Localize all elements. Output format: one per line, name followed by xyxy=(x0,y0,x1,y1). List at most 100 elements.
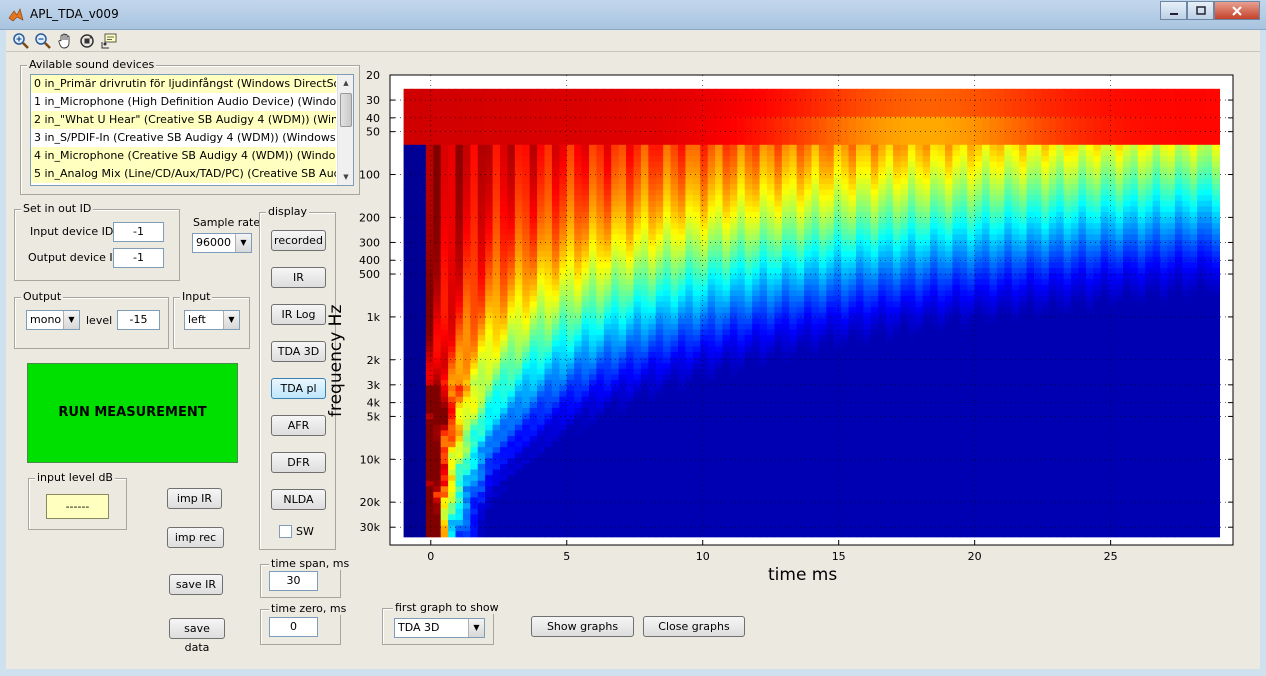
output-mode-select[interactable]: mono ▼ xyxy=(26,310,80,330)
heatmap-cell xyxy=(507,133,516,140)
heatmap-cell xyxy=(700,335,709,342)
first-graph-select[interactable]: TDA 3D ▼ xyxy=(394,618,485,638)
sample-rate-select[interactable]: 96000 ▼ xyxy=(192,233,252,253)
heatmap-cell xyxy=(841,329,850,336)
zoom-in-icon[interactable] xyxy=(12,32,30,50)
scroll-up-icon[interactable]: ▲ xyxy=(338,75,353,91)
heatmap-cell xyxy=(700,100,709,107)
heatmap-cell xyxy=(752,503,761,510)
list-item[interactable]: 3 in_S/PDIF-In (Creative SB Audigy 4 (WD… xyxy=(31,129,336,147)
heatmap-cell xyxy=(856,111,865,118)
list-item[interactable]: 4 in_Microphone (Creative SB Audigy 4 (W… xyxy=(31,147,336,165)
heatmap-cell xyxy=(737,329,746,336)
data-cursor-icon[interactable] xyxy=(100,32,118,50)
heatmap-cell xyxy=(448,430,457,437)
heatmap-cell xyxy=(648,256,657,263)
zoom-out-icon[interactable] xyxy=(34,32,52,50)
heatmap-cell xyxy=(603,469,612,476)
heatmap-cell xyxy=(678,525,687,532)
recorded-button[interactable]: recorded xyxy=(271,230,326,251)
heatmap-cell xyxy=(767,245,776,252)
heatmap-cell xyxy=(707,329,716,336)
sw-checkbox[interactable] xyxy=(279,525,292,538)
output-device-field[interactable]: -1 xyxy=(113,248,164,268)
heatmap-cell xyxy=(692,295,701,303)
time-span-field[interactable]: 30 xyxy=(269,571,318,591)
heatmap-cell xyxy=(789,139,798,146)
heatmap-cell xyxy=(477,161,486,168)
save-data-button[interactable]: save data xyxy=(169,618,225,654)
heatmap-cell xyxy=(655,419,664,426)
heatmap-cell xyxy=(448,267,457,275)
heatmap-cell xyxy=(692,172,701,179)
ir-log-button[interactable]: IR Log xyxy=(271,304,326,325)
heatmap-cell xyxy=(537,396,546,403)
tda-pl-button[interactable]: TDA pl xyxy=(271,378,326,399)
imp-rec-button[interactable]: imp rec xyxy=(167,527,224,548)
input-channel-select[interactable]: left ▼ xyxy=(184,310,240,330)
scroll-down-icon[interactable]: ▼ xyxy=(338,169,353,185)
heatmap-cell xyxy=(811,301,820,308)
pan-hand-icon[interactable] xyxy=(56,32,74,50)
heatmap-cell xyxy=(477,144,486,151)
list-item[interactable]: 1 in_Microphone (High Definition Audio D… xyxy=(31,93,336,111)
rotate-3d-icon[interactable] xyxy=(78,32,96,50)
heatmap-cell xyxy=(700,351,709,359)
list-item[interactable]: 2 in_"What U Hear" (Creative SB Audigy 4… xyxy=(31,111,336,129)
heatmap-cell xyxy=(462,452,471,459)
heatmap-cell xyxy=(626,447,635,454)
run-measurement-button[interactable]: RUN MEASUREMENT xyxy=(27,363,238,463)
heatmap-cell xyxy=(500,290,509,297)
heatmap-cell xyxy=(529,469,538,476)
heatmap-cell xyxy=(603,475,612,482)
list-scrollbar[interactable]: ▲ ▼ xyxy=(337,75,353,185)
scroll-thumb[interactable] xyxy=(340,93,352,127)
minimize-button[interactable] xyxy=(1160,1,1187,20)
save-ir-button[interactable]: save IR xyxy=(169,574,223,595)
heatmap-cell xyxy=(729,256,738,263)
heatmap-cell xyxy=(729,122,738,129)
heatmap-cell xyxy=(715,301,724,308)
show-graphs-button[interactable]: Show graphs xyxy=(531,616,634,637)
heatmap-cell xyxy=(633,531,642,538)
tda-3d-button[interactable]: TDA 3D xyxy=(271,341,326,362)
heatmap-cell xyxy=(744,407,753,415)
heatmap-cell xyxy=(700,133,709,140)
heatmap-cell xyxy=(485,94,494,101)
time-zero-field[interactable]: 0 xyxy=(269,617,318,637)
heatmap-cell xyxy=(500,267,509,275)
sound-devices-list[interactable]: 0 in_Primär drivrutin för ljudinfångst (… xyxy=(30,74,354,186)
heatmap-cell xyxy=(744,469,753,476)
list-item[interactable]: 0 in_Primär drivrutin för ljudinfångst (… xyxy=(31,75,336,93)
heatmap-cell xyxy=(603,94,612,101)
heatmap-cell xyxy=(715,200,724,207)
heatmap-cell xyxy=(640,150,649,157)
afr-button[interactable]: AFR xyxy=(271,415,326,436)
level-field[interactable]: -15 xyxy=(117,310,160,330)
heatmap-cell xyxy=(507,301,516,308)
nlda-button[interactable]: NLDA xyxy=(271,489,326,510)
ir-button[interactable]: IR xyxy=(271,267,326,288)
dfr-button[interactable]: DFR xyxy=(271,452,326,473)
close-graphs-button[interactable]: Close graphs xyxy=(643,616,745,637)
maximize-button[interactable] xyxy=(1187,1,1214,20)
heatmap-cell xyxy=(589,245,598,252)
imp-ir-button[interactable]: imp IR xyxy=(167,488,222,509)
heatmap-cell xyxy=(603,435,612,443)
heatmap-cell xyxy=(403,357,412,364)
heatmap-cell xyxy=(574,200,583,207)
heatmap-cell xyxy=(804,368,813,375)
heatmap-cell xyxy=(648,379,657,387)
close-button[interactable] xyxy=(1214,1,1260,20)
heatmap-cell xyxy=(425,94,434,101)
heatmap-cell xyxy=(685,497,694,504)
heatmap-cell xyxy=(566,144,575,151)
input-device-field[interactable]: -1 xyxy=(113,222,164,242)
heatmap-cell xyxy=(433,139,442,146)
heatmap-cell xyxy=(418,385,427,392)
heatmap-cell xyxy=(692,111,701,118)
list-item[interactable]: 5 in_Analog Mix (Line/CD/Aux/TAD/PC) (Cr… xyxy=(31,165,336,183)
heatmap-cell xyxy=(581,363,590,370)
input-channel-value: left xyxy=(188,313,206,326)
heatmap-cell xyxy=(425,167,434,174)
